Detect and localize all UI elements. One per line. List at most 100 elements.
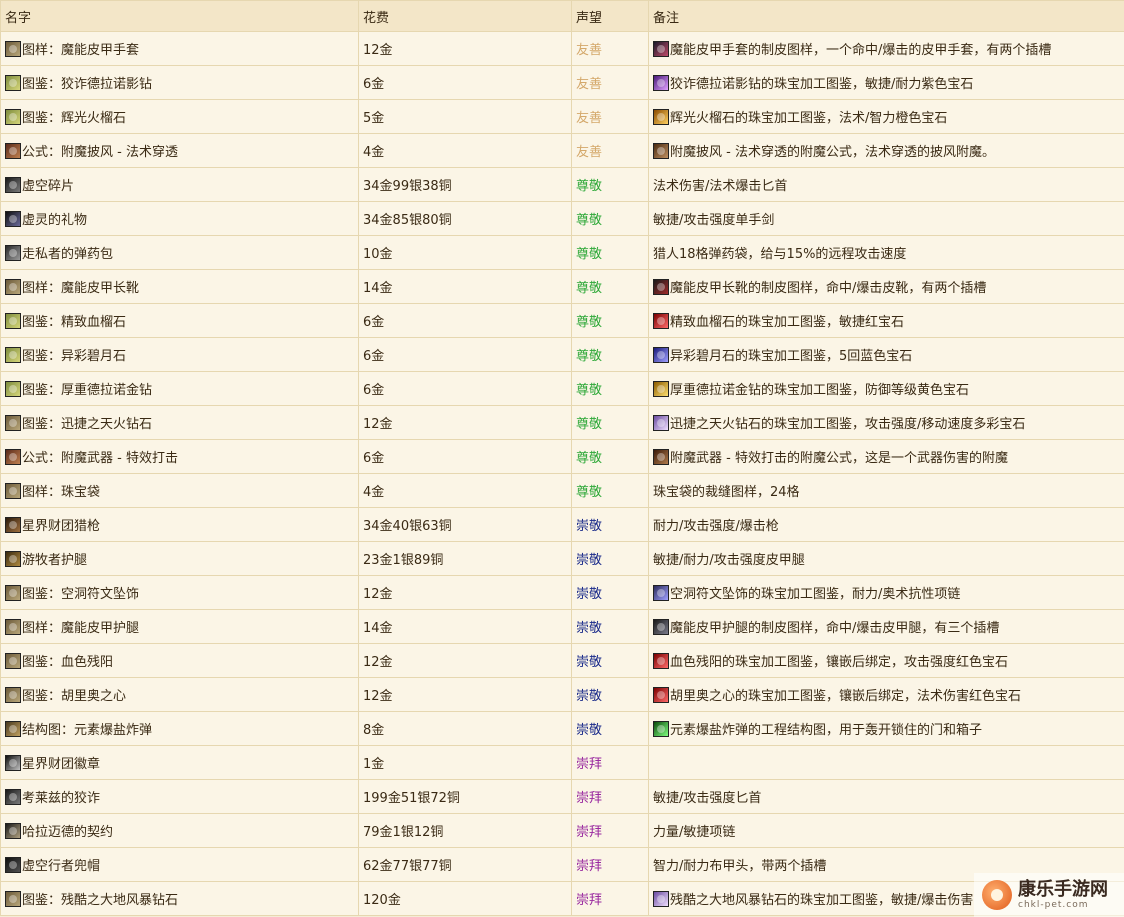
item-name-cell[interactable]: 图样：魔能皮甲长靴 bbox=[0, 269, 359, 304]
item-name-cell[interactable]: 图样：魔能皮甲护腿 bbox=[0, 609, 359, 644]
item-name[interactable]: 图样：魔能皮甲护腿 bbox=[22, 621, 139, 636]
crafted-item-icon[interactable] bbox=[653, 449, 669, 465]
item-icon[interactable] bbox=[5, 483, 21, 499]
item-icon[interactable] bbox=[5, 619, 21, 635]
crafted-item-icon[interactable] bbox=[653, 687, 669, 703]
crafted-item-icon[interactable] bbox=[653, 109, 669, 125]
crafted-item-icon[interactable] bbox=[653, 313, 669, 329]
crafted-item-icon[interactable] bbox=[653, 619, 669, 635]
item-name-cell[interactable]: 图鉴：精致血榴石 bbox=[0, 303, 359, 338]
item-name-cell[interactable]: 图鉴：狡诈德拉诺影钻 bbox=[0, 65, 359, 100]
item-name-cell[interactable]: 图鉴：异彩碧月石 bbox=[0, 337, 359, 372]
item-icon[interactable] bbox=[5, 211, 21, 227]
item-icon[interactable] bbox=[5, 415, 21, 431]
item-cost: 10金 bbox=[358, 235, 572, 270]
item-name[interactable]: 公式：附魔披风 - 法术穿透 bbox=[22, 145, 178, 160]
item-icon[interactable] bbox=[5, 245, 21, 261]
table-row: 图鉴：精致血榴石 6金 尊敬 精致血榴石的珠宝加工图鉴，敏捷红宝石 bbox=[0, 303, 1124, 338]
item-name[interactable]: 考莱兹的狡诈 bbox=[22, 791, 100, 806]
item-icon[interactable] bbox=[5, 687, 21, 703]
crafted-item-icon[interactable] bbox=[653, 347, 669, 363]
crafted-item-icon[interactable] bbox=[653, 585, 669, 601]
item-name-cell[interactable]: 虚空行者兜帽 bbox=[0, 847, 359, 882]
item-name[interactable]: 虚空碎片 bbox=[22, 179, 74, 194]
item-name-cell[interactable]: 图鉴：空洞符文坠饰 bbox=[0, 575, 359, 610]
item-name[interactable]: 图鉴：胡里奥之心 bbox=[22, 689, 126, 704]
item-icon[interactable] bbox=[5, 755, 21, 771]
item-icon[interactable] bbox=[5, 143, 21, 159]
item-icon[interactable] bbox=[5, 585, 21, 601]
item-name-cell[interactable]: 公式：附魔武器 - 特效打击 bbox=[0, 439, 359, 474]
item-name-cell[interactable]: 虚灵的礼物 bbox=[0, 201, 359, 236]
item-icon[interactable] bbox=[5, 891, 21, 907]
item-icon[interactable] bbox=[5, 381, 21, 397]
item-name[interactable]: 图样：魔能皮甲长靴 bbox=[22, 281, 139, 296]
item-name-cell[interactable]: 图样：魔能皮甲手套 bbox=[0, 31, 359, 66]
item-name[interactable]: 虚灵的礼物 bbox=[22, 213, 87, 228]
item-icon[interactable] bbox=[5, 109, 21, 125]
item-name-cell[interactable]: 星界财团徽章 bbox=[0, 745, 359, 780]
item-icon[interactable] bbox=[5, 75, 21, 91]
crafted-item-icon[interactable] bbox=[653, 653, 669, 669]
item-name[interactable]: 哈拉迈德的契约 bbox=[22, 825, 113, 840]
item-name[interactable]: 星界财团徽章 bbox=[22, 757, 100, 772]
item-cost: 12金 bbox=[358, 643, 572, 678]
item-name[interactable]: 公式：附魔武器 - 特效打击 bbox=[22, 451, 178, 466]
crafted-item-icon[interactable] bbox=[653, 41, 669, 57]
item-name[interactable]: 图鉴：血色残阳 bbox=[22, 655, 113, 670]
crafted-item-icon[interactable] bbox=[653, 721, 669, 737]
item-name-cell[interactable]: 图鉴：血色残阳 bbox=[0, 643, 359, 678]
item-name-cell[interactable]: 图鉴：迅捷之天火钻石 bbox=[0, 405, 359, 440]
item-note: 厚重德拉诺金钻的珠宝加工图鉴，防御等级黄色宝石 bbox=[670, 383, 970, 398]
item-name-cell[interactable]: 图鉴：厚重德拉诺金钻 bbox=[0, 371, 359, 406]
item-name-cell[interactable]: 图鉴：胡里奥之心 bbox=[0, 677, 359, 712]
item-icon[interactable] bbox=[5, 857, 21, 873]
item-icon[interactable] bbox=[5, 517, 21, 533]
item-icon[interactable] bbox=[5, 347, 21, 363]
item-name-cell[interactable]: 走私者的弹药包 bbox=[0, 235, 359, 270]
item-name-cell[interactable]: 结构图：元素爆盐炸弹 bbox=[0, 711, 359, 746]
item-name[interactable]: 图鉴：辉光火榴石 bbox=[22, 111, 126, 126]
item-icon[interactable] bbox=[5, 721, 21, 737]
crafted-item-icon[interactable] bbox=[653, 279, 669, 295]
item-icon[interactable] bbox=[5, 789, 21, 805]
item-name[interactable]: 结构图：元素爆盐炸弹 bbox=[22, 723, 152, 738]
item-name-cell[interactable]: 虚空碎片 bbox=[0, 167, 359, 202]
item-name-cell[interactable]: 公式：附魔披风 - 法术穿透 bbox=[0, 133, 359, 168]
item-name[interactable]: 图鉴：残酷之大地风暴钻石 bbox=[22, 893, 178, 908]
item-icon[interactable] bbox=[5, 823, 21, 839]
item-name[interactable]: 图鉴：异彩碧月石 bbox=[22, 349, 126, 364]
item-name[interactable]: 游牧者护腿 bbox=[22, 553, 87, 568]
item-icon[interactable] bbox=[5, 279, 21, 295]
item-icon[interactable] bbox=[5, 313, 21, 329]
item-name-cell[interactable]: 图鉴：残酷之大地风暴钻石 bbox=[0, 881, 359, 916]
crafted-item-icon[interactable] bbox=[653, 75, 669, 91]
item-name-cell[interactable]: 考莱兹的狡诈 bbox=[0, 779, 359, 814]
item-name[interactable]: 图鉴：迅捷之天火钻石 bbox=[22, 417, 152, 432]
item-icon[interactable] bbox=[5, 653, 21, 669]
item-note-cell: 胡里奥之心的珠宝加工图鉴，镶嵌后绑定，法术伤害红色宝石 bbox=[648, 677, 1124, 712]
crafted-item-icon[interactable] bbox=[653, 891, 669, 907]
item-name-cell[interactable]: 图鉴：辉光火榴石 bbox=[0, 99, 359, 134]
item-name[interactable]: 走私者的弹药包 bbox=[22, 247, 113, 262]
item-name[interactable]: 图样：魔能皮甲手套 bbox=[22, 43, 139, 58]
crafted-item-icon[interactable] bbox=[653, 143, 669, 159]
item-icon[interactable] bbox=[5, 177, 21, 193]
crafted-item-icon[interactable] bbox=[653, 415, 669, 431]
item-icon[interactable] bbox=[5, 41, 21, 57]
item-name[interactable]: 图鉴：空洞符文坠饰 bbox=[22, 587, 139, 602]
item-icon[interactable] bbox=[5, 551, 21, 567]
crafted-item-icon[interactable] bbox=[653, 381, 669, 397]
item-name[interactable]: 图鉴：厚重德拉诺金钻 bbox=[22, 383, 152, 398]
item-name-cell[interactable]: 游牧者护腿 bbox=[0, 541, 359, 576]
item-name-cell[interactable]: 星界财团猎枪 bbox=[0, 507, 359, 542]
item-name-cell[interactable]: 哈拉迈德的契约 bbox=[0, 813, 359, 848]
item-name[interactable]: 虚空行者兜帽 bbox=[22, 859, 100, 874]
item-name[interactable]: 图样：珠宝袋 bbox=[22, 485, 100, 500]
item-icon[interactable] bbox=[5, 449, 21, 465]
item-name[interactable]: 星界财团猎枪 bbox=[22, 519, 100, 534]
item-name[interactable]: 图鉴：精致血榴石 bbox=[22, 315, 126, 330]
watermark-title: 康乐手游网 bbox=[1018, 878, 1108, 900]
item-name[interactable]: 图鉴：狡诈德拉诺影钻 bbox=[22, 77, 152, 92]
item-name-cell[interactable]: 图样：珠宝袋 bbox=[0, 473, 359, 508]
